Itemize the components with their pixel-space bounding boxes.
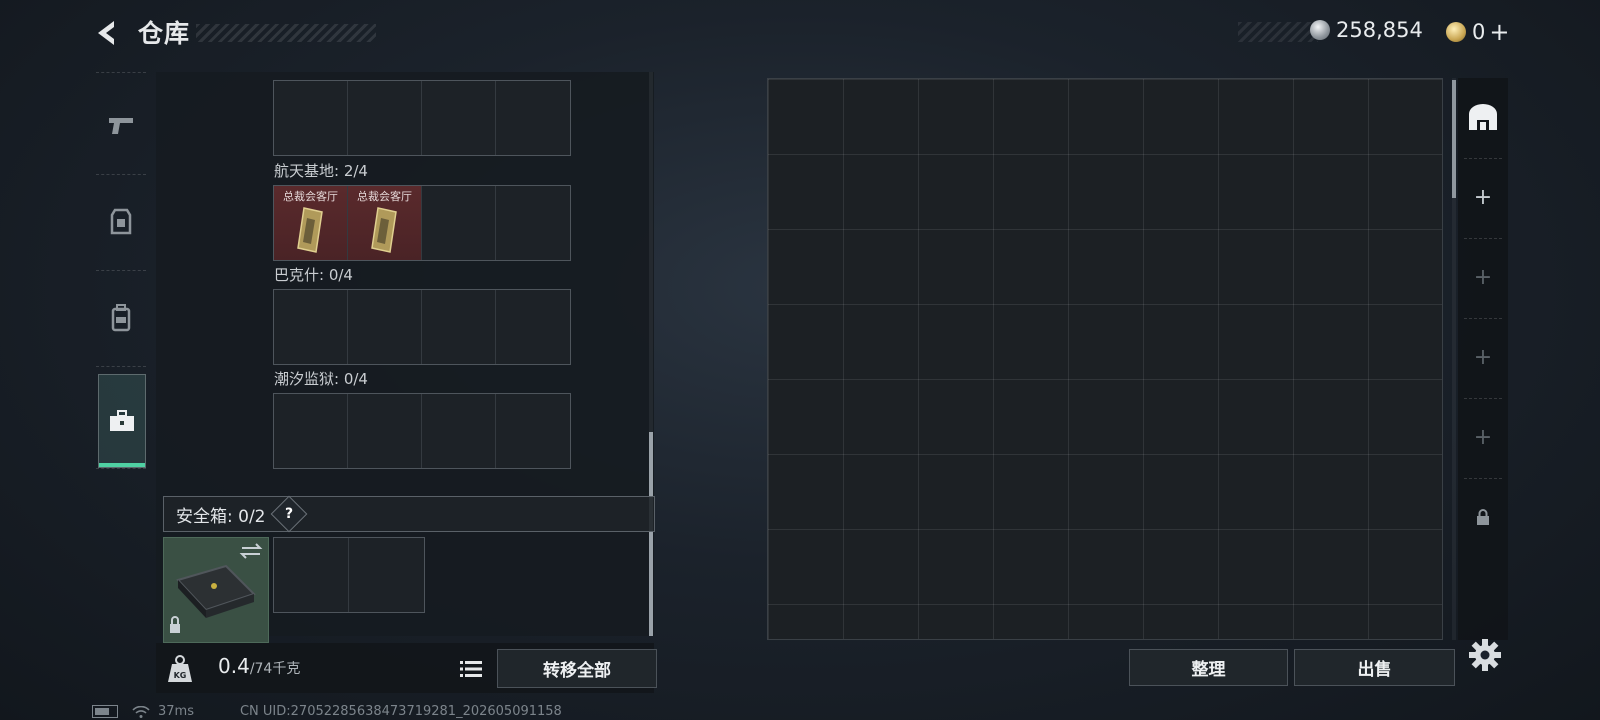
gold-coin-icon (1446, 22, 1466, 42)
currency-decoration (1238, 22, 1318, 42)
stash-page-tabs: + + + + (1458, 78, 1508, 640)
toolbox-icon (110, 410, 134, 431)
key-slot[interactable] (348, 81, 422, 155)
key-slot[interactable] (496, 394, 570, 468)
key-slot[interactable] (496, 81, 570, 155)
map-label-bakhsh: 巴克什: 0/4 (274, 266, 353, 284)
lock-icon (1477, 509, 1489, 525)
ping-value: 37ms (158, 704, 194, 719)
keycard-item[interactable]: 总裁会客厅 (274, 186, 348, 260)
stash-tab-add[interactable]: + (1458, 398, 1508, 476)
key-slot[interactable] (274, 394, 348, 468)
key-slot[interactable] (496, 186, 570, 260)
stash-home-icon (1469, 104, 1497, 130)
stash-tab-main[interactable] (1458, 78, 1508, 156)
safebox-header: 安全箱: 0/2 ? (163, 495, 655, 533)
map-label-tidal-prison: 潮汐监狱: 0/4 (274, 370, 368, 388)
silver-coin-icon (1310, 20, 1330, 40)
lock-icon (170, 616, 180, 633)
transfer-all-button[interactable]: 转移全部 (497, 649, 657, 688)
weight-max: /74千克 (249, 661, 301, 677)
key-slot[interactable] (274, 81, 348, 155)
gear-icon (1469, 639, 1501, 671)
keycard-icon (371, 207, 397, 253)
key-slot-row (273, 289, 571, 365)
key-case-scroll-thumb[interactable] (649, 432, 653, 636)
back-button[interactable] (92, 18, 120, 48)
key-slot[interactable] (422, 290, 496, 364)
keycard-name: 总裁会客厅 (357, 190, 412, 203)
key-slot-row (273, 393, 571, 469)
backpack-icon (111, 304, 131, 332)
stash-grid[interactable] (767, 78, 1443, 640)
key-slot[interactable] (422, 394, 496, 468)
wifi-icon (132, 705, 150, 718)
sort-button[interactable]: 整理 (1129, 649, 1288, 686)
swap-icon[interactable] (239, 543, 263, 559)
tab-weapons[interactable] (92, 80, 150, 172)
key-slot[interactable] (348, 290, 422, 364)
armor-vest-icon (110, 208, 132, 235)
safebox-slots (273, 537, 425, 613)
key-slot[interactable] (274, 290, 348, 364)
silver-currency: 258,854 (1310, 18, 1423, 42)
tab-armor[interactable] (92, 176, 150, 268)
key-slot[interactable] (348, 394, 422, 468)
gold-currency[interactable]: 0 + (1446, 18, 1509, 46)
sell-button[interactable]: 出售 (1294, 649, 1455, 686)
safebox-label: 安全箱: 0/2 (176, 506, 266, 527)
safebox-slot[interactable] (274, 538, 349, 612)
title-decoration (196, 24, 376, 42)
gold-currency-value: 0 (1472, 20, 1486, 44)
tab-keys[interactable] (98, 374, 146, 468)
weight-value: 0.4/74千克 (218, 654, 300, 678)
stash-tab-locked[interactable] (1458, 478, 1508, 556)
map-label-aerospace-base: 航天基地: 2/4 (274, 162, 368, 180)
weight-icon: KG (166, 654, 194, 688)
list-view-button[interactable] (457, 655, 485, 683)
battery-icon (92, 705, 118, 718)
silver-currency-value: 258,854 (1336, 18, 1423, 42)
keycard-name: 总裁会客厅 (283, 190, 338, 203)
settings-button[interactable] (1468, 638, 1502, 676)
stash-scroll-thumb[interactable] (1452, 80, 1456, 198)
key-slot-row (273, 80, 571, 156)
list-icon (460, 661, 482, 677)
page-title: 仓库 (138, 19, 191, 48)
weight-current: 0.4 (218, 654, 250, 678)
safebox-slot[interactable] (349, 538, 424, 612)
key-slot[interactable] (496, 290, 570, 364)
key-slot-row: 总裁会客厅 总裁会客厅 (273, 185, 571, 261)
stash-tab-add[interactable]: + (1458, 318, 1508, 396)
key-slot[interactable] (422, 186, 496, 260)
tab-backpack[interactable] (92, 272, 150, 364)
key-slot[interactable] (422, 81, 496, 155)
back-arrow-icon (98, 21, 114, 45)
svg-text:KG: KG (174, 671, 187, 680)
pistol-icon (109, 118, 133, 134)
help-button[interactable]: ? (270, 495, 307, 533)
add-currency-button[interactable]: + (1489, 18, 1509, 46)
keycard-icon (297, 207, 323, 253)
keycard-item[interactable]: 总裁会客厅 (348, 186, 422, 260)
safebox-item[interactable] (163, 537, 269, 643)
category-tabs (92, 72, 150, 469)
safebox-case-icon (170, 543, 263, 633)
status-bar: 37ms CN UID:27052285638473719281_2026050… (92, 704, 562, 719)
stash-tab-add[interactable]: + (1458, 238, 1508, 316)
stash-tab-add[interactable]: + (1458, 158, 1508, 236)
uid-text: CN UID:27052285638473719281_202605091158 (239, 704, 562, 719)
